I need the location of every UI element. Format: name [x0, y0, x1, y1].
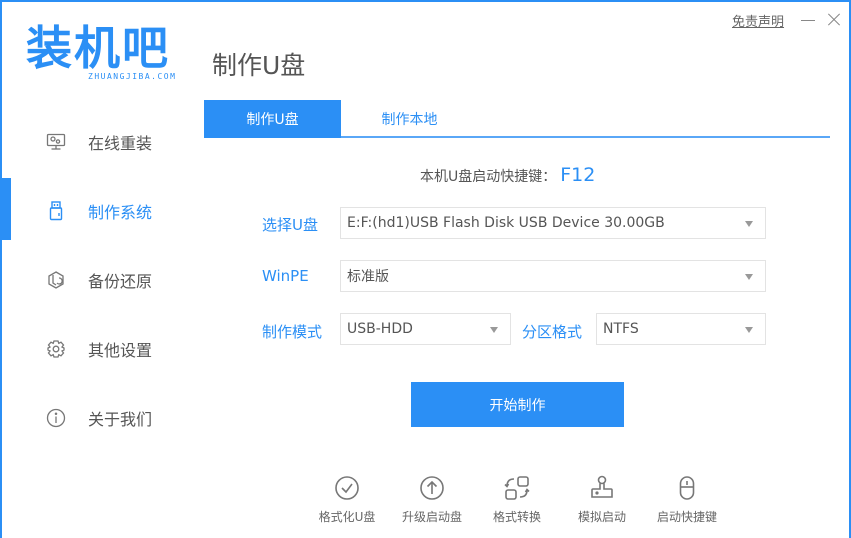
chevron-down-icon: [745, 274, 753, 280]
tool-format-convert[interactable]: 格式转换: [477, 474, 557, 528]
sidebar-item-other-settings[interactable]: 其他设置: [2, 318, 197, 380]
info-icon: [45, 407, 67, 429]
arrow-up-circle-icon: [418, 474, 446, 502]
partition-select-label: 分区格式: [522, 323, 583, 341]
convert-icon: [503, 474, 531, 502]
sidebar-item-label: 制作系统: [88, 203, 153, 222]
logo-domain: ZHUANGJIBA.COM: [88, 72, 177, 81]
mode-select-label: 制作模式: [262, 323, 323, 341]
tab-bar: 制作U盘 制作本地: [204, 100, 830, 138]
chevron-down-icon: [490, 327, 498, 333]
tool-label: 启动快捷键: [656, 510, 717, 524]
partition-select-value: NTFS: [603, 321, 639, 337]
disclaimer-link[interactable]: 免责声明: [732, 11, 784, 30]
backup-cube-icon: [45, 269, 67, 291]
close-icon[interactable]: [824, 10, 844, 30]
tool-label: 格式转换: [492, 510, 541, 524]
usb-select-value: E:F:(hd1)USB Flash Disk USB Device 30.00…: [347, 215, 665, 231]
start-button[interactable]: 开始制作: [411, 382, 624, 427]
hotkey-label: 本机U盘启动快捷键：: [420, 169, 557, 185]
page-title: 制作U盘: [212, 51, 306, 80]
sidebar-item-about-us[interactable]: 关于我们: [2, 387, 197, 449]
partition-select[interactable]: NTFS: [596, 313, 766, 345]
minimize-icon[interactable]: [798, 10, 818, 30]
tab-make-usb[interactable]: 制作U盘: [204, 100, 341, 138]
tool-label: 升级启动盘: [401, 510, 462, 524]
sidebar-item-backup-restore[interactable]: 备份还原: [2, 249, 197, 311]
usb-select-label: 选择U盘: [262, 216, 318, 234]
gear-icon: [45, 338, 67, 360]
tab-make-local[interactable]: 制作本地: [341, 100, 478, 138]
winpe-select[interactable]: 标准版: [340, 260, 766, 292]
usb-select[interactable]: E:F:(hd1)USB Flash Disk USB Device 30.00…: [340, 207, 766, 239]
chevron-down-icon: [745, 327, 753, 333]
hotkey-info: 本机U盘启动快捷键： F12: [420, 164, 595, 186]
chevron-down-icon: [745, 221, 753, 227]
tool-format-usb[interactable]: 格式化U盘: [307, 474, 387, 528]
sidebar-item-label: 其他设置: [88, 341, 153, 360]
tool-simulate-boot[interactable]: 模拟启动: [562, 474, 642, 528]
mode-select[interactable]: USB-HDD: [340, 313, 511, 345]
sidebar-item-make-system[interactable]: 制作系统: [2, 180, 197, 242]
tool-boot-hotkey[interactable]: 启动快捷键: [647, 474, 727, 528]
logo: 装机吧 ZHUANGJIBA.COM: [26, 20, 186, 90]
winpe-select-value: 标准版: [347, 269, 389, 285]
winpe-select-label: WinPE: [262, 267, 309, 285]
hotkey-value: F12: [560, 164, 596, 186]
joystick-icon: [588, 474, 616, 502]
logo-text: 装机吧: [26, 21, 170, 75]
tool-label: 格式化U盘: [318, 510, 376, 524]
mouse-icon: [673, 474, 701, 502]
tool-upgrade-boot-disk[interactable]: 升级启动盘: [392, 474, 472, 528]
mode-select-value: USB-HDD: [347, 321, 413, 337]
usb-drive-icon: [45, 200, 67, 222]
tool-label: 模拟启动: [577, 510, 626, 524]
sidebar-item-label: 在线重装: [88, 134, 153, 153]
app-window: 装机吧 ZHUANGJIBA.COM 免责声明 在线重装 制作系统 备份还原 其…: [0, 0, 851, 538]
sidebar-item-online-reinstall[interactable]: 在线重装: [2, 111, 197, 173]
check-circle-icon: [333, 474, 361, 502]
monitor-icon: [45, 131, 67, 153]
sidebar-item-label: 备份还原: [88, 272, 153, 291]
sidebar-item-label: 关于我们: [88, 410, 153, 429]
